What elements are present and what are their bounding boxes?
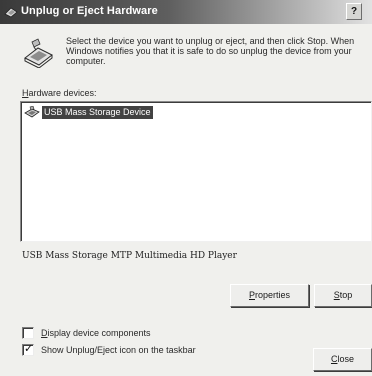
help-button[interactable]: ? bbox=[346, 3, 362, 20]
properties-label: roperties bbox=[255, 290, 291, 300]
device-description: USB Mass Storage MTP Multimedia HD Playe… bbox=[22, 251, 237, 261]
unplug-eject-dialog: Unplug or Eject Hardware ? Select the de… bbox=[0, 0, 372, 376]
show-eject-icon-label: Show Unplug/Eject icon on the taskbar bbox=[41, 345, 196, 355]
hardware-devices-label-text: ardware devices: bbox=[28, 88, 97, 98]
window-title: Unplug or Eject Hardware bbox=[21, 5, 158, 17]
hardware-devices-list[interactable]: USB Mass Storage Device bbox=[20, 101, 372, 242]
properties-button[interactable]: Properties bbox=[230, 284, 309, 307]
device-item-label: USB Mass Storage Device bbox=[42, 106, 153, 119]
display-components-text: isplay device components bbox=[47, 328, 151, 338]
display-device-components-checkbox[interactable] bbox=[22, 327, 34, 339]
stop-label: top bbox=[339, 290, 353, 300]
eject-hardware-icon bbox=[4, 7, 18, 18]
show-eject-icon-option[interactable]: ✓ Show Unplug/Eject icon on the taskbar bbox=[22, 343, 196, 356]
display-device-components-label: Display device components bbox=[41, 328, 151, 338]
instruction-text: Select the device you want to unplug or … bbox=[66, 36, 355, 66]
stop-button[interactable]: Stop bbox=[314, 284, 372, 307]
show-eject-icon-checkbox[interactable]: ✓ bbox=[22, 343, 34, 356]
checkmark-icon: ✓ bbox=[24, 343, 34, 355]
close-label: lose bbox=[337, 354, 354, 364]
display-device-components-option[interactable]: Display device components bbox=[22, 327, 151, 339]
title-bar[interactable]: Unplug or Eject Hardware ? bbox=[0, 0, 372, 24]
usb-device-icon bbox=[24, 106, 40, 118]
close-button[interactable]: Close bbox=[313, 348, 372, 371]
list-item[interactable]: USB Mass Storage Device bbox=[24, 105, 153, 120]
unplug-hardware-icon bbox=[24, 38, 53, 68]
hardware-devices-label: Hardware devices: bbox=[22, 88, 97, 98]
